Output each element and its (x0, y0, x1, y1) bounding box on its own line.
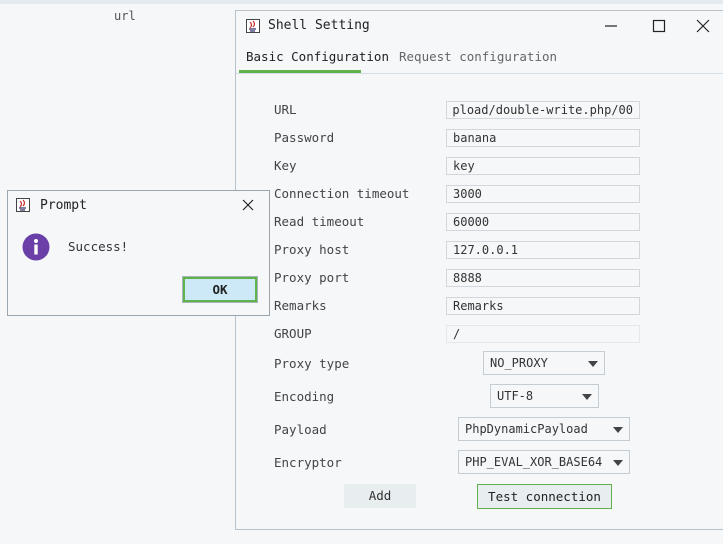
encryptor-value: PHP_EVAL_XOR_BASE64 (465, 455, 603, 469)
prompt-message: Success! (68, 239, 129, 254)
shell-setting-window: Shell Setting Basic Configuration Reques… (235, 10, 723, 530)
tab-basic-configuration[interactable]: Basic Configuration (242, 49, 393, 64)
chevron-down-icon (613, 427, 623, 433)
payload-select[interactable]: PhpDynamicPayload (458, 417, 630, 441)
url-label: URL (274, 102, 297, 117)
proxy-host-label: Proxy host (274, 242, 350, 257)
test-connection-button[interactable]: Test connection (477, 484, 612, 509)
java-app-icon (246, 19, 260, 33)
minimize-icon[interactable] (602, 17, 620, 35)
password-field[interactable] (446, 129, 640, 147)
proxy-host-field[interactable] (446, 241, 640, 259)
title-bar: Shell Setting (236, 11, 723, 41)
password-label: Password (274, 130, 335, 145)
close-icon[interactable] (240, 197, 256, 213)
info-icon (22, 233, 50, 261)
close-icon[interactable] (694, 17, 712, 35)
encoding-select[interactable]: UTF-8 (490, 384, 599, 408)
tab-bar: Basic Configuration Request configuratio… (236, 43, 723, 74)
proxy-type-value: NO_PROXY (490, 356, 548, 370)
connection-timeout-field[interactable] (446, 185, 640, 203)
java-app-icon (16, 198, 30, 212)
proxy-port-field[interactable] (446, 269, 640, 287)
payload-label: Payload (274, 422, 327, 437)
add-button[interactable]: Add (344, 484, 416, 508)
payload-value: PhpDynamicPayload (465, 422, 588, 436)
tab-request-configuration[interactable]: Request configuration (395, 49, 561, 64)
active-tab-indicator (239, 70, 361, 73)
maximize-icon[interactable] (650, 17, 668, 35)
encryptor-label: Encryptor (274, 455, 342, 470)
chevron-down-icon (582, 394, 592, 400)
prompt-title: Prompt (40, 198, 87, 213)
group-label: GROUP (274, 326, 312, 341)
proxy-port-label: Proxy port (274, 270, 350, 285)
window-title: Shell Setting (268, 18, 370, 33)
connection-timeout-label: Connection timeout (274, 186, 410, 201)
key-label: Key (274, 158, 297, 173)
proxy-type-select[interactable]: NO_PROXY (483, 351, 605, 375)
ok-button[interactable]: OK (182, 276, 258, 303)
group-field (446, 325, 640, 343)
remarks-field[interactable] (446, 297, 640, 315)
background-top-strip (0, 0, 723, 4)
read-timeout-label: Read timeout (274, 214, 365, 229)
proxy-type-label: Proxy type (274, 356, 350, 371)
background-url-label: url (114, 9, 136, 23)
chevron-down-icon (613, 460, 623, 466)
key-field[interactable] (446, 157, 640, 175)
encoding-label: Encoding (274, 389, 335, 404)
read-timeout-field[interactable] (446, 213, 640, 231)
url-field[interactable] (446, 101, 640, 119)
prompt-dialog: Prompt Success! OK (7, 190, 270, 316)
chevron-down-icon (588, 361, 598, 367)
remarks-label: Remarks (274, 298, 327, 313)
encryptor-select[interactable]: PHP_EVAL_XOR_BASE64 (458, 450, 630, 474)
encoding-value: UTF-8 (497, 389, 534, 403)
